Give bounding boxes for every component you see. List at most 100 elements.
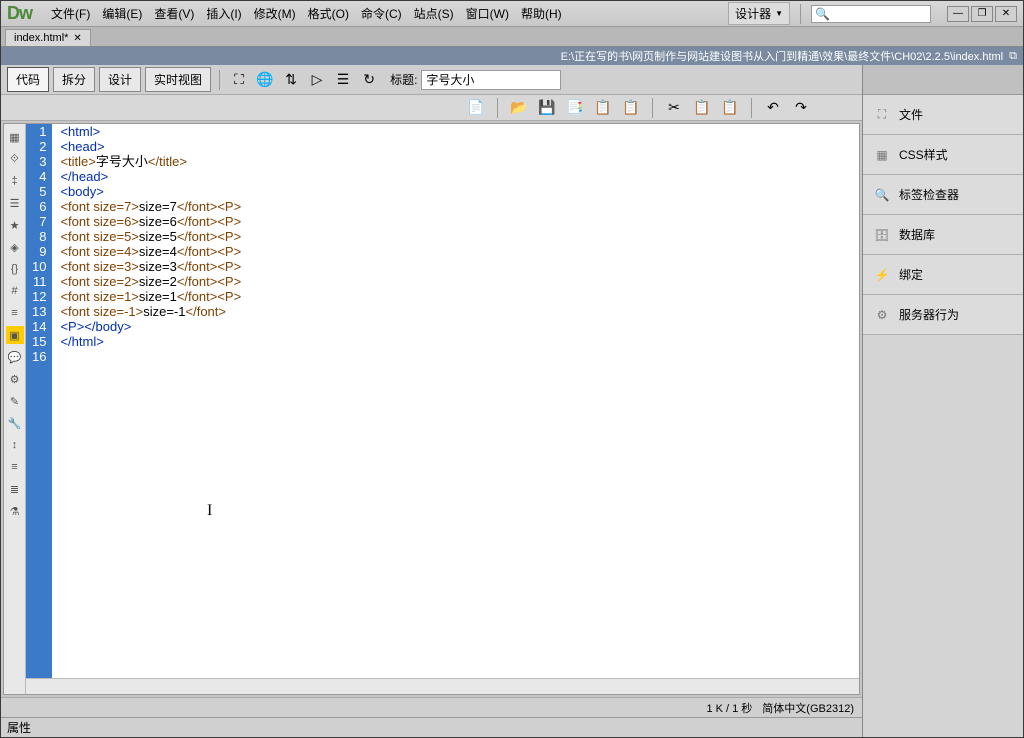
designer-dropdown[interactable]: 设计器 ▼ bbox=[728, 2, 790, 25]
panel-icon: ▦ bbox=[873, 146, 891, 164]
tool-icon[interactable]: ◈ bbox=[6, 238, 24, 256]
panel-item[interactable]: ⚡ 绑定 bbox=[863, 255, 1023, 295]
save-icon[interactable]: 💾 bbox=[536, 97, 558, 119]
app-logo: Dw bbox=[7, 3, 32, 24]
close-tab-icon[interactable]: ✕ bbox=[73, 33, 81, 44]
panel-item[interactable]: ▦ CSS样式 bbox=[863, 135, 1023, 175]
toolbar-icon[interactable]: 📋 bbox=[620, 97, 642, 119]
chevron-down-icon: ▼ bbox=[775, 9, 783, 18]
tool-icon[interactable]: ≡ bbox=[6, 304, 24, 322]
tool-icon[interactable]: ✎ bbox=[6, 392, 24, 410]
edit-toolbar: 📄 📂 💾 📑 📋 📋 ✂ 📋 📋 ↶ ↷ bbox=[1, 95, 862, 121]
menubar-right: 设计器 ▼ 🔍 — ❐ ✕ bbox=[728, 2, 1017, 25]
menu-item[interactable]: 命令(C) bbox=[356, 3, 407, 24]
h-scrollbar[interactable] bbox=[26, 678, 859, 694]
menu-item[interactable]: 窗口(W) bbox=[461, 3, 514, 24]
menu-item[interactable]: 插入(I) bbox=[201, 3, 246, 24]
editor: ▦ ⟐ ‡ ☰ ★ ◈ {} # ≡ ▣ 💬 ⚙ ✎ 🔧 ↕ ≡ ≣ bbox=[3, 123, 860, 695]
panel-label: 绑定 bbox=[899, 266, 923, 283]
close-button[interactable]: ✕ bbox=[995, 6, 1017, 22]
panel-item[interactable]: 🗄数据库 bbox=[863, 215, 1023, 255]
undo-icon[interactable]: ↶ bbox=[762, 97, 784, 119]
tool-icon[interactable]: ▣ bbox=[6, 326, 24, 344]
toolbar-icon[interactable]: 📄 bbox=[465, 97, 487, 119]
title-input[interactable] bbox=[421, 70, 561, 90]
tool-icon[interactable]: {} bbox=[6, 260, 24, 278]
panel-icon: ⚙ bbox=[873, 306, 891, 324]
designer-label: 设计器 bbox=[735, 5, 771, 22]
toolbar-icon[interactable]: ⛶ bbox=[228, 69, 250, 91]
tool-icon[interactable]: ‡ bbox=[6, 172, 24, 190]
status-bar: 1 K / 1 秒 简体中文(GB2312) bbox=[1, 697, 862, 717]
toolbar-icon[interactable]: ⇅ bbox=[280, 69, 302, 91]
file-tab[interactable]: index.html* ✕ bbox=[5, 29, 91, 46]
tool-icon[interactable]: ⚗ bbox=[6, 502, 24, 520]
design-view-button[interactable]: 设计 bbox=[99, 67, 141, 92]
menu-item[interactable]: 编辑(E) bbox=[97, 3, 147, 24]
tool-icon[interactable]: ▦ bbox=[6, 128, 24, 146]
globe-icon[interactable]: 🌐 bbox=[254, 69, 276, 91]
panel-item[interactable]: ⚙服务器行为 bbox=[863, 295, 1023, 335]
search-input[interactable]: 🔍 bbox=[811, 5, 931, 23]
title-label: 标题: bbox=[390, 71, 417, 88]
tool-icon[interactable]: ≡ bbox=[6, 458, 24, 476]
main-column: 代码 拆分 设计 实时视图 ⛶ 🌐 ⇅ ▷ ☰ ↻ 标题: 📄 📂 💾 📑 bbox=[1, 65, 863, 737]
split-view-button[interactable]: 拆分 bbox=[53, 67, 95, 92]
line-gutter: 12345678910111213141516 bbox=[26, 124, 52, 678]
code-scroll[interactable]: 12345678910111213141516 <html><head><tit… bbox=[26, 124, 859, 678]
tool-icon[interactable]: ≣ bbox=[6, 480, 24, 498]
restore-button[interactable]: ❐ bbox=[971, 6, 993, 22]
body-row: 代码 拆分 设计 实时视图 ⛶ 🌐 ⇅ ▷ ☰ ↻ 标题: 📄 📂 💾 📑 bbox=[1, 65, 1023, 737]
paste-icon[interactable]: 📋 bbox=[719, 97, 741, 119]
separator bbox=[219, 70, 220, 90]
panel-icon: ⛶ bbox=[873, 106, 891, 124]
toolbar-icon[interactable]: ☰ bbox=[332, 69, 354, 91]
tool-icon[interactable]: ↕ bbox=[6, 436, 24, 454]
code-content[interactable]: <html><head><title>字号大小</title></head><b… bbox=[52, 124, 859, 678]
minimize-button[interactable]: — bbox=[947, 6, 969, 22]
text-cursor-icon: I bbox=[207, 502, 212, 520]
menu-host: 文件(F)编辑(E)查看(V)插入(I)修改(M)格式(O)命令(C)站点(S)… bbox=[46, 3, 569, 24]
menu-item[interactable]: 站点(S) bbox=[409, 3, 459, 24]
panel-label: CSS样式 bbox=[899, 146, 948, 163]
status-encoding: 简体中文(GB2312) bbox=[762, 700, 854, 716]
status-size: 1 K / 1 秒 bbox=[706, 700, 752, 716]
toolbar-icon[interactable]: ▷ bbox=[306, 69, 328, 91]
tool-icon[interactable]: 🔧 bbox=[6, 414, 24, 432]
refresh-icon[interactable]: ↻ bbox=[358, 69, 380, 91]
separator bbox=[497, 98, 498, 118]
panel-icon: 🗄 bbox=[873, 226, 891, 244]
menu-item[interactable]: 修改(M) bbox=[249, 3, 301, 24]
live-view-button[interactable]: 实时视图 bbox=[145, 67, 211, 92]
menu-item[interactable]: 帮助(H) bbox=[516, 3, 567, 24]
app-window: Dw 文件(F)编辑(E)查看(V)插入(I)修改(M)格式(O)命令(C)站点… bbox=[0, 0, 1024, 738]
tool-icon[interactable]: ★ bbox=[6, 216, 24, 234]
search-icon: 🔍 bbox=[815, 7, 830, 21]
panel-header bbox=[863, 65, 1023, 95]
redo-icon[interactable]: ↷ bbox=[790, 97, 812, 119]
panel-item[interactable]: ⛶ 文件 bbox=[863, 95, 1023, 135]
panel-icon: 🔍 bbox=[873, 186, 891, 204]
menubar: Dw 文件(F)编辑(E)查看(V)插入(I)修改(M)格式(O)命令(C)站点… bbox=[1, 1, 1023, 27]
panel-icon: ⚡ bbox=[873, 266, 891, 284]
menu-item[interactable]: 查看(V) bbox=[149, 3, 199, 24]
tool-icon[interactable]: # bbox=[6, 282, 24, 300]
code-view-button[interactable]: 代码 bbox=[7, 67, 49, 92]
open-icon[interactable]: 📂 bbox=[508, 97, 530, 119]
panel-item[interactable]: 🔍标签检查器 bbox=[863, 175, 1023, 215]
file-tab-label: index.html* bbox=[14, 32, 68, 44]
tool-icon[interactable]: ⟐ bbox=[6, 150, 24, 168]
cut-icon[interactable]: ✂ bbox=[663, 97, 685, 119]
tool-icon[interactable]: ☰ bbox=[6, 194, 24, 212]
path-icon[interactable]: ⧉ bbox=[1009, 50, 1017, 63]
copy-icon[interactable]: 📋 bbox=[592, 97, 614, 119]
panel-label: 文件 bbox=[899, 106, 923, 123]
menu-item[interactable]: 文件(F) bbox=[46, 3, 95, 24]
code-toolbar: ▦ ⟐ ‡ ☰ ★ ◈ {} # ≡ ▣ 💬 ⚙ ✎ 🔧 ↕ ≡ ≣ bbox=[4, 124, 26, 694]
properties-panel[interactable]: 属性 bbox=[1, 717, 862, 737]
toolbar-icon[interactable]: 📋 bbox=[691, 97, 713, 119]
tool-icon[interactable]: ⚙ bbox=[6, 370, 24, 388]
menu-item[interactable]: 格式(O) bbox=[303, 3, 354, 24]
tool-icon[interactable]: 💬 bbox=[6, 348, 24, 366]
toolbar-icon[interactable]: 📑 bbox=[564, 97, 586, 119]
